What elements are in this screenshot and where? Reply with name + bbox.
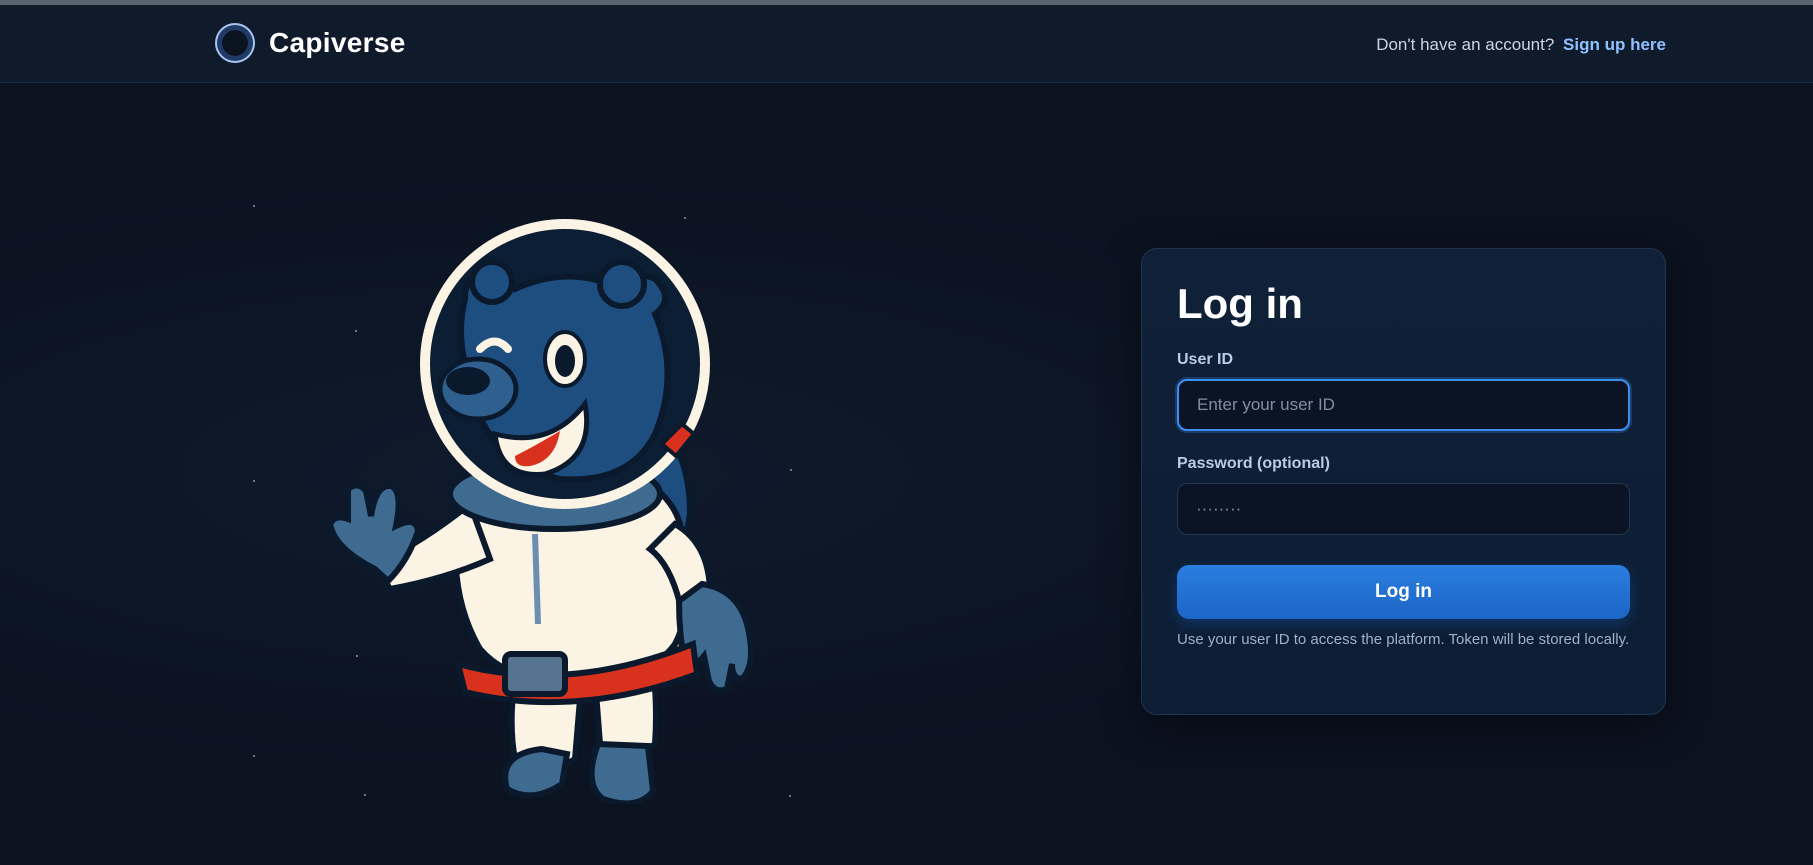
signup-link[interactable]: Sign up here: [1563, 35, 1666, 54]
right-boot: [588, 740, 657, 804]
bear-nose: [446, 367, 490, 395]
planet-logo-icon: [215, 23, 255, 63]
left-boot: [502, 745, 571, 799]
belt-buckle: [502, 651, 568, 697]
password-label: Password (optional): [1177, 455, 1330, 473]
login-title: Log in: [1177, 280, 1303, 327]
brand-name: Capiverse: [269, 27, 406, 58]
star-decoration: [253, 480, 255, 482]
main-stage: Log in User ID Password (optional) Log i…: [0, 84, 1813, 865]
suit-zipper: [532, 533, 541, 625]
bear-left-ear: [469, 259, 515, 305]
astronaut-bear-illustration: [326, 219, 754, 804]
login-button[interactable]: Log in: [1177, 565, 1630, 620]
login-hint: Use your user ID to access the platform.…: [1177, 631, 1630, 649]
login-card: Log in User ID Password (optional) Log i…: [1141, 248, 1666, 715]
star-decoration: [253, 205, 255, 207]
password-input[interactable]: [1177, 483, 1630, 536]
bear-right-ear: [597, 259, 647, 309]
bear-pupil: [555, 345, 575, 377]
signup-prompt-container: Don't have an account? Sign up here: [1376, 35, 1666, 55]
star-decoration: [253, 755, 255, 757]
signup-prompt: Don't have an account?: [1376, 35, 1555, 54]
brand[interactable]: Capiverse: [215, 23, 406, 63]
user-id-label: User ID: [1177, 351, 1234, 369]
user-id-input[interactable]: [1177, 379, 1630, 432]
top-navbar: Capiverse Don't have an account? Sign up…: [0, 5, 1813, 83]
